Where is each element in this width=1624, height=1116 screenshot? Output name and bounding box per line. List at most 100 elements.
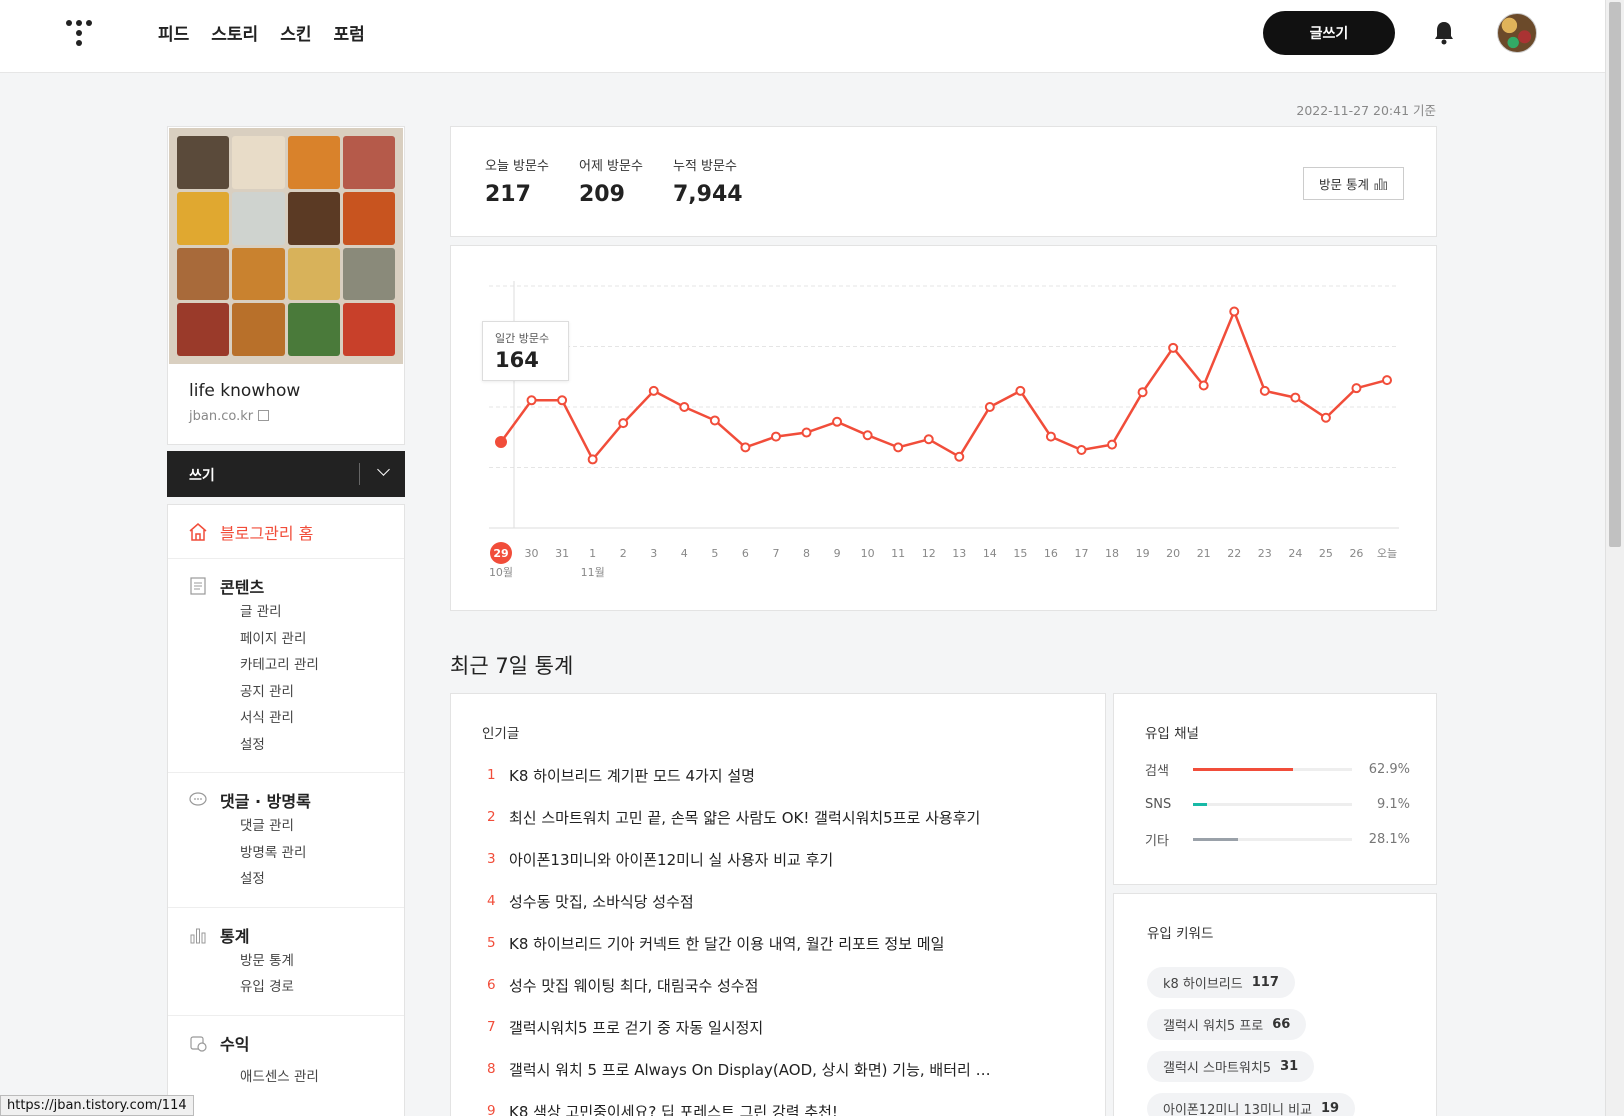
menu-home-label: 블로그관리 홈 [220, 523, 314, 543]
menu-contents-title[interactable]: 콘텐츠 [220, 574, 264, 598]
popular-post-item[interactable]: 9 K8 색상 고민중이세요? 딥 포레스트 그린 강력 추천! [487, 1090, 991, 1116]
popular-post-item[interactable]: 2 최신 스마트워치 고민 끝, 손목 얇은 사람도 OK! 갤럭시워치5프로 사… [487, 796, 991, 838]
popular-post-rank: 2 [487, 809, 496, 825]
chart-x-tick-label: 22 [1227, 547, 1241, 560]
chart-point [923, 434, 934, 445]
menu-item-contents-settings[interactable]: 설정 [240, 732, 404, 759]
menu-section-stats: 통계 방문 통계 유입 경로 [168, 908, 404, 1016]
bell-icon[interactable] [1432, 20, 1456, 46]
write-divider [359, 463, 360, 485]
keyword-chip[interactable]: 갤럭시 워치5 프로 66 [1147, 1009, 1307, 1040]
menu-item-category-manage[interactable]: 카테고리 관리 [240, 652, 404, 679]
keyword-text: 갤럭시 스마트워치5 [1163, 1061, 1272, 1076]
total-visits-value: 7,944 [673, 182, 743, 207]
stats-timestamp: 2022-11-27 20:41 기준 [1296, 103, 1436, 118]
chart-x-tick-label: 15 [1013, 547, 1027, 560]
keyword-text: 갤럭시 워치5 프로 [1163, 1019, 1264, 1034]
channel-bar-fill [1193, 767, 1293, 771]
popular-post-item[interactable]: 7 갤럭시워치5 프로 걷기 중 자동 일시정지 [487, 1006, 991, 1048]
menu-item-referrer[interactable]: 유입 경로 [240, 974, 404, 1001]
chart-point [1076, 445, 1087, 456]
chart-point [495, 435, 507, 448]
popular-post-item[interactable]: 4 성수동 맛집, 소바식당 성수점 [487, 880, 991, 922]
chart-x-tick-label: 10 [861, 547, 875, 560]
popular-post-title[interactable]: K8 색상 고민중이세요? 딥 포레스트 그린 강력 추천! [509, 1101, 838, 1116]
write-button[interactable]: 쓰기 [189, 465, 215, 485]
menu-item-comments-settings[interactable]: 설정 [240, 866, 404, 893]
popular-post-item[interactable]: 1 K8 하이브리드 계기판 모드 4가지 설명 [487, 754, 991, 796]
write-dropdown: 쓰기 [167, 451, 405, 497]
chart-point [832, 416, 843, 427]
blog-profile-card: life knowhow jban.co.kr [167, 126, 405, 445]
blog-url-link[interactable]: jban.co.kr [189, 409, 270, 424]
popular-post-title[interactable]: 갤럭시워치5 프로 걷기 중 자동 일시정지 [509, 1017, 763, 1038]
channel-percent: 9.1% [1376, 796, 1410, 812]
inflow-channel-row: 검색 62.9% [1145, 759, 1410, 779]
popular-post-item[interactable]: 5 K8 하이브리드 기아 커넥트 한 달간 이용 내역, 월간 리포트 정보 메… [487, 922, 991, 964]
popular-post-rank: 3 [487, 851, 496, 867]
chart-tooltip: 일간 방문수 164 [482, 321, 569, 381]
visit-summary-card: 오늘 방문수 217 어제 방문수 209 누적 방문수 7,944 방문 통계 [450, 126, 1437, 237]
popular-post-rank: 7 [487, 1019, 496, 1035]
menu-item-comment-manage[interactable]: 댓글 관리 [240, 813, 404, 840]
channel-bar-fill [1193, 837, 1238, 841]
nav-skin[interactable]: 스킨 [280, 20, 311, 45]
menu-item-notice-manage[interactable]: 공지 관리 [240, 679, 404, 706]
menu-revenue-title[interactable]: 수익 [220, 1031, 249, 1055]
chart-x-tick-label: 5 [711, 547, 718, 560]
menu-comments-title[interactable]: 댓글 · 방명록 [220, 788, 311, 812]
popular-post-item[interactable]: 6 성수 맛집 웨이팅 최다, 대림국수 성수점 [487, 964, 991, 1006]
popular-post-rank: 5 [487, 935, 496, 951]
chart-point [1198, 380, 1209, 391]
chart-point [1045, 431, 1056, 442]
menu-item-page-manage[interactable]: 페이지 관리 [240, 626, 404, 653]
nav-links: 피드 스토리 스킨 포럼 [158, 20, 365, 45]
external-link-icon [258, 410, 270, 421]
menu-item-adsense[interactable]: 애드센스 관리 [240, 1064, 404, 1091]
menu-stats-title[interactable]: 통계 [220, 923, 249, 947]
page-scrollbar[interactable] [1605, 0, 1624, 1116]
menu-item-template-manage[interactable]: 서식 관리 [240, 705, 404, 732]
write-post-button[interactable]: 글쓰기 [1263, 11, 1395, 55]
popular-post-title[interactable]: 성수동 맛집, 소바식당 성수점 [509, 891, 694, 912]
blog-name[interactable]: life knowhow [189, 381, 300, 401]
scrollbar-thumb[interactable] [1609, 2, 1621, 547]
chevron-down-icon[interactable] [377, 463, 390, 476]
keyword-chip[interactable]: 갤럭시 스마트워치5 31 [1147, 1051, 1315, 1082]
inflow-channel-row: SNS 9.1% [1145, 794, 1410, 814]
blog-thumbnail[interactable] [169, 128, 403, 364]
popular-post-item[interactable]: 8 갤럭시 워치 5 프로 Always On Display(AOD, 상시 화… [487, 1048, 991, 1090]
avatar[interactable] [1497, 13, 1537, 53]
visit-stats-button[interactable]: 방문 통계 [1303, 167, 1404, 200]
chart-x-tick-label: 13 [952, 547, 966, 560]
popular-post-title[interactable]: 성수 맛집 웨이팅 최다, 대림국수 성수점 [509, 975, 758, 996]
popular-post-title[interactable]: 최신 스마트워치 고민 끝, 손목 얇은 사람도 OK! 갤럭시워치5프로 사용… [509, 807, 980, 828]
menu-item-post-manage[interactable]: 글 관리 [240, 599, 404, 626]
menu-item-visit-stats[interactable]: 방문 통계 [240, 948, 404, 975]
chart-point [648, 385, 659, 396]
tistory-logo-icon[interactable] [64, 18, 94, 48]
chart-x-tick-label: 9 [834, 547, 841, 560]
nav-feed[interactable]: 피드 [158, 20, 189, 45]
status-bar-url: https://jban.tistory.com/114 [0, 1095, 194, 1116]
menu-home[interactable]: 블로그관리 홈 [168, 505, 404, 559]
chart-x-tick-label: 24 [1288, 547, 1302, 560]
keyword-chip[interactable]: 아이폰12미니 13미니 비교 19 [1147, 1093, 1356, 1116]
keyword-count: 117 [1251, 975, 1279, 990]
popular-post-title[interactable]: K8 하이브리드 계기판 모드 4가지 설명 [509, 765, 755, 786]
total-visits: 누적 방문수 7,944 [673, 155, 743, 207]
nav-forum[interactable]: 포럼 [333, 20, 364, 45]
home-icon [189, 522, 207, 541]
popular-post-title[interactable]: 갤럭시 워치 5 프로 Always On Display(AOD, 상시 화면… [509, 1059, 991, 1080]
chart-x-tick-label: 21 [1197, 547, 1211, 560]
chart-x-tick-label: 7 [772, 547, 779, 560]
keyword-chip[interactable]: k8 하이브리드 117 [1147, 967, 1295, 998]
today-visits-value: 217 [485, 182, 531, 207]
popular-post-title[interactable]: 아이폰13미니와 아이폰12미니 실 사용자 비교 후기 [509, 849, 833, 870]
menu-item-guestbook-manage[interactable]: 방명록 관리 [240, 840, 404, 867]
popular-post-title[interactable]: K8 하이브리드 기아 커넥트 한 달간 이용 내역, 월간 리포트 정보 메일 [509, 933, 944, 954]
nav-story[interactable]: 스토리 [211, 20, 258, 45]
chart-x-tick-label: 25 [1319, 547, 1333, 560]
popular-post-item[interactable]: 3 아이폰13미니와 아이폰12미니 실 사용자 비교 후기 [487, 838, 991, 880]
yesterday-visits-value: 209 [579, 182, 625, 207]
